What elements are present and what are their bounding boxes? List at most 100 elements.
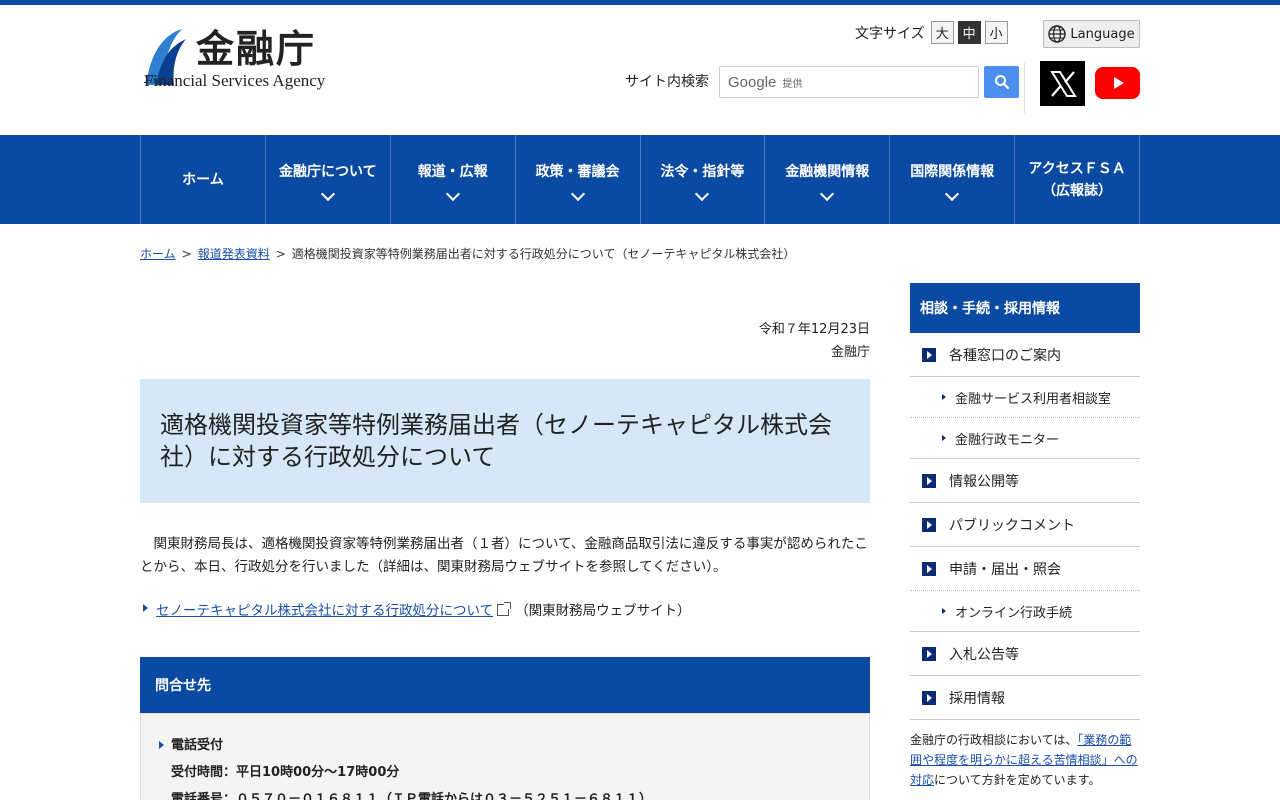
contact-heading: 問合せ先 [140, 657, 870, 713]
sidebar-item-disclosure[interactable]: 情報公開等 [910, 459, 1140, 503]
phone-number: 電話番号：０５７０－０１６８１１（ＩＰ電話からは０３－５２５１－６８１１） [171, 792, 653, 800]
nav-home[interactable]: ホーム [141, 135, 266, 224]
sidebar-item-applications[interactable]: 申請・届出・照会 [910, 547, 1140, 591]
nav-financial-institutions[interactable]: 金融機関情報 [765, 135, 891, 224]
contact-body: 電話受付 受付時間：平日10時00分～17時00分 電話番号：０５７０－０１６８… [140, 713, 870, 800]
sidebar-item-label: 採用情報 [949, 690, 1005, 707]
breadcrumb-press-link[interactable]: 報道発表資料 [198, 247, 270, 261]
sidebar-item-label: パブリックコメント [949, 517, 1075, 534]
arrow-square-icon [922, 347, 936, 362]
sidebar-item-recruitment[interactable]: 採用情報 [910, 676, 1140, 720]
search-icon [994, 75, 1009, 90]
sidebar-item-label: 入札公告等 [949, 646, 1019, 663]
triangle-right-icon [942, 394, 946, 400]
nav-label: 金融機関情報 [785, 163, 870, 180]
nav-label-line2: （広報誌） [1042, 182, 1113, 199]
page-title-box: 適格機関投資家等特例業務届出者（セノーテキャピタル株式会社）に対する行政処分につ… [140, 379, 870, 503]
font-size-selector: 文字サイズ 大 中 小 [855, 21, 1012, 44]
nav-label: 国際関係情報 [910, 163, 995, 180]
article-body: 関東財務局長は、適格機関投資家等特例業務届出者（１者）について、金融商品取引法に… [140, 536, 868, 575]
nav-about-fsa[interactable]: 金融庁について [266, 135, 391, 224]
page-title: 適格機関投資家等特例業務届出者（セノーテキャピタル株式会社）に対する行政処分につ… [160, 411, 832, 471]
note-text: 金融庁の行政相談においては、 [910, 733, 1078, 747]
phone-hours: 受付時間：平日10時00分～17時00分 [171, 765, 400, 780]
header-divider [1024, 63, 1025, 113]
font-size-large-button[interactable]: 大 [930, 21, 954, 44]
google-provided-label: 提供 [782, 78, 803, 90]
disposition-link[interactable]: セノーテキャピタル株式会社に対する行政処分について [156, 603, 493, 619]
sidebar-subitem-monitor[interactable]: 金融行政モニター [910, 418, 1140, 459]
sidebar-item-label: 情報公開等 [949, 473, 1019, 490]
breadcrumb: ホーム > 報道発表資料 > 適格機関投資家等特例業務届出者に対する行政処分について（セ… [140, 245, 795, 262]
sidebar-item-label: 金融行政モニター [955, 432, 1060, 448]
nav-access-fsa[interactable]: アクセスＦＳＡ （広報誌） [1015, 135, 1140, 224]
site-header: 25 金融庁 Financial Services Agency 文字サイズ 大… [140, 5, 1140, 135]
related-link-item: セノーテキャピタル株式会社に対する行政処分について （関東財務局ウェブサイト） [140, 599, 870, 619]
sidebar: 相談・手続・採用情報 各種窓口のご案内 金融サービス利用者相談室 金融行政モニタ… [910, 283, 1140, 790]
chevron-down-icon [695, 186, 710, 201]
nav-press[interactable]: 報道・広報 [391, 135, 516, 224]
sidebar-item-contact-desks[interactable]: 各種窓口のご案内 [910, 333, 1140, 377]
breadcrumb-home-link[interactable]: ホーム [140, 247, 176, 261]
arrow-square-icon [922, 561, 936, 576]
arrow-square-icon [922, 517, 936, 532]
x-logo-icon [1049, 70, 1077, 97]
chevron-down-icon [570, 186, 585, 201]
breadcrumb-separator: > [275, 247, 286, 261]
chevron-down-icon [445, 186, 460, 201]
sidebar-item-label: 金融サービス利用者相談室 [955, 391, 1112, 407]
publication-date: 令和７年12月23日 [758, 322, 870, 337]
language-button[interactable]: Language [1043, 20, 1140, 48]
font-size-small-button[interactable]: 小 [984, 21, 1008, 44]
sidebar-item-label: オンライン行政手続 [955, 605, 1073, 621]
font-size-medium-button[interactable]: 中 [957, 21, 981, 44]
x-social-button[interactable] [1040, 61, 1085, 106]
font-size-label: 文字サイズ [855, 25, 925, 42]
sidebar-note: 金融庁の行政相談においては、「業務の範囲や程度を明らかに超える苦情相談」への対応… [910, 730, 1140, 790]
globe-icon [1048, 25, 1067, 43]
chevron-down-icon [820, 186, 835, 201]
phone-heading: 電話受付 [157, 732, 853, 759]
nav-label: 金融庁について [279, 163, 377, 180]
sidebar-heading: 相談・手続・採用情報 [910, 283, 1140, 333]
sidebar-item-bidding[interactable]: 入札公告等 [910, 632, 1140, 676]
nav-label: 報道・広報 [417, 163, 488, 180]
sidebar-subitem-consumer-office[interactable]: 金融サービス利用者相談室 [910, 377, 1140, 418]
triangle-right-icon [942, 608, 946, 614]
youtube-button[interactable] [1095, 67, 1140, 99]
nav-label: ホーム [182, 171, 224, 188]
nav-label: 政策・審議会 [535, 163, 620, 180]
nav-label-line1: アクセスＦＳＡ [1028, 160, 1126, 177]
nav-laws[interactable]: 法令・指針等 [641, 135, 766, 224]
triangle-right-icon [942, 435, 946, 441]
main-content: 令和７年12月23日 金融庁 適格機関投資家等特例業務届出者（セノーテキャピタル… [140, 290, 870, 800]
external-link-icon [497, 602, 512, 616]
sidebar-item-label: 各種窓口のご案内 [949, 347, 1061, 364]
search-button[interactable] [984, 66, 1019, 98]
play-icon [1113, 77, 1124, 89]
language-label: Language [1070, 26, 1135, 42]
site-search-input[interactable]: Google 提供 [719, 66, 979, 98]
logo-japanese-text: 金融庁 [196, 26, 317, 71]
chevron-down-icon [945, 186, 960, 201]
sidebar-item-label: 申請・届出・照会 [949, 561, 1061, 578]
arrow-square-icon [922, 473, 936, 488]
global-navigation: ホーム 金融庁について 報道・広報 政策・審議会 法令・指針等 金融機関情報 国… [0, 135, 1280, 224]
google-label: Google [728, 73, 777, 91]
chevron-down-icon [320, 186, 335, 201]
note-text-end: について方針を定めています。 [934, 773, 1101, 787]
arrow-square-icon [922, 646, 936, 661]
logo-english-text: Financial Services Agency [144, 71, 326, 90]
link-suffix: （関東財務局ウェブサイト） [515, 603, 691, 619]
breadcrumb-separator: > [181, 247, 192, 261]
nav-policy[interactable]: 政策・審議会 [516, 135, 641, 224]
nav-label: 法令・指針等 [660, 163, 745, 180]
site-logo[interactable]: 25 金融庁 Financial Services Agency [142, 25, 342, 95]
site-search-label: サイト内検索 [625, 74, 709, 90]
breadcrumb-current: 適格機関投資家等特例業務届出者に対する行政処分について（セノーテキャピタル株式会… [291, 247, 796, 261]
sidebar-item-public-comment[interactable]: パブリックコメント [910, 503, 1140, 547]
nav-international[interactable]: 国際関係情報 [890, 135, 1016, 224]
arrow-square-icon [922, 690, 936, 705]
sidebar-subitem-online[interactable]: オンライン行政手続 [910, 591, 1140, 632]
publisher: 金融庁 [830, 345, 870, 360]
